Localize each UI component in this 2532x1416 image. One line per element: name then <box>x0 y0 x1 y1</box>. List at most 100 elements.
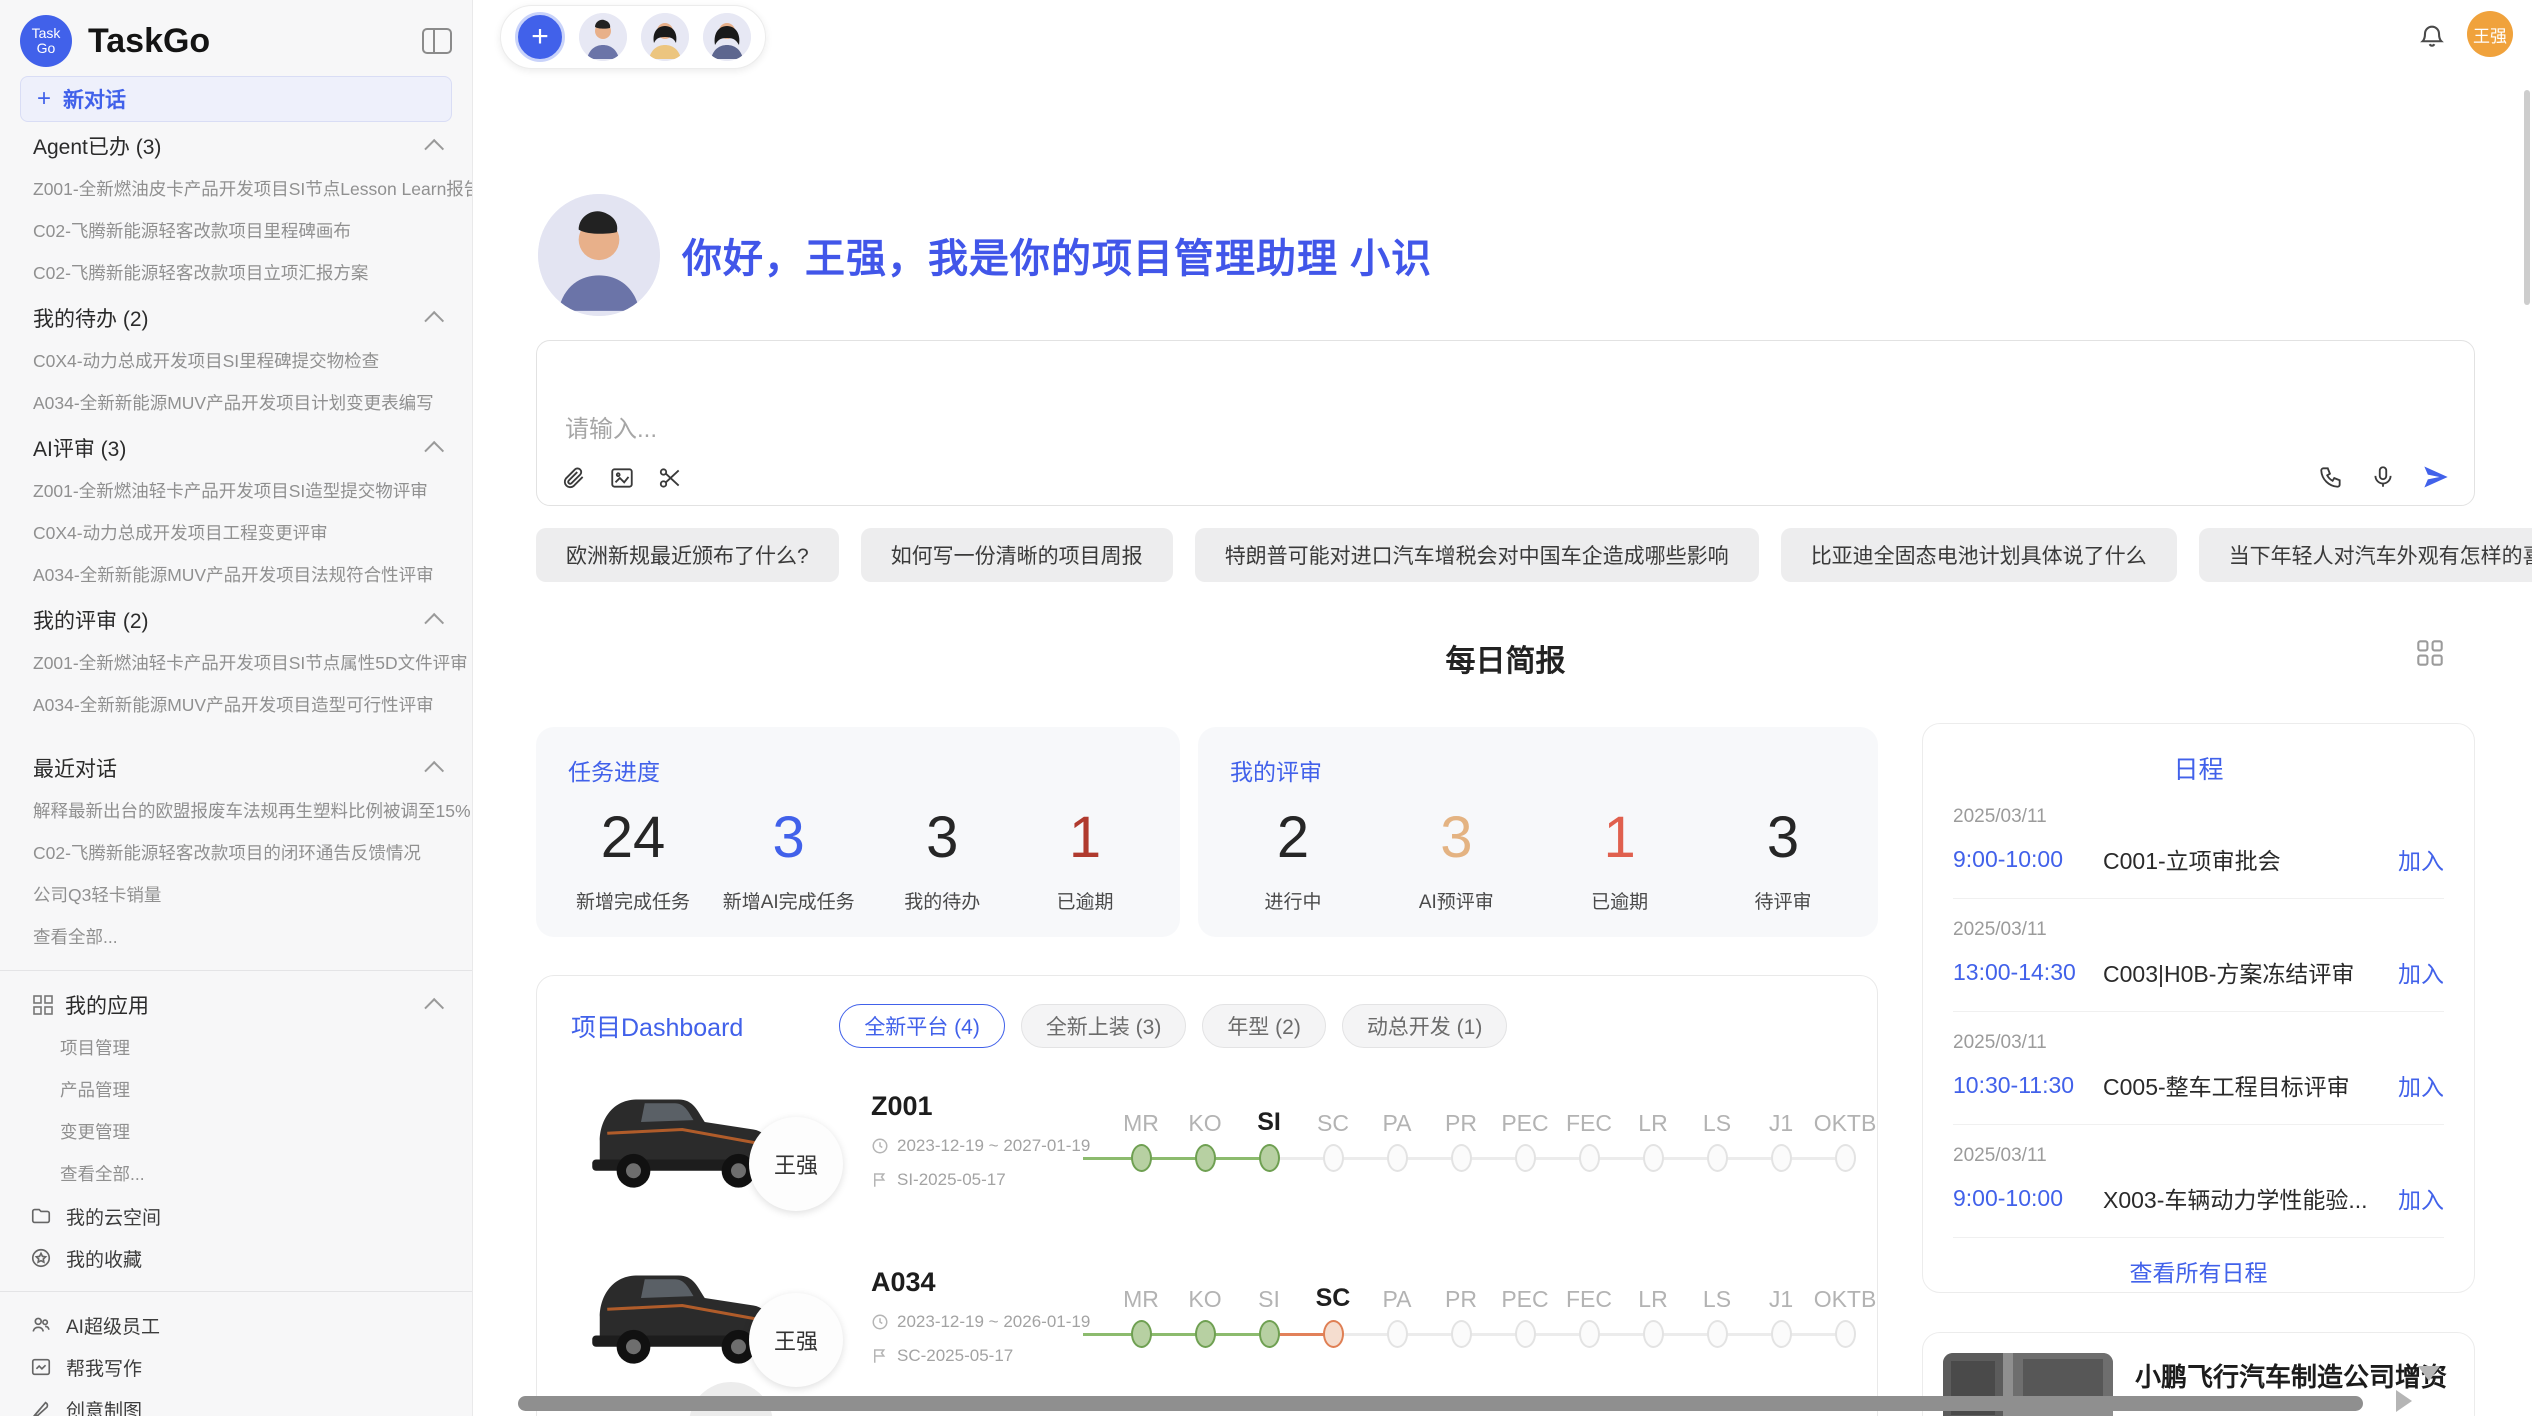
milestone-station: SI <box>1237 1101 1301 1179</box>
scissors-icon[interactable] <box>657 465 683 491</box>
section-my-todo[interactable]: 我的待办 (2) <box>0 296 472 340</box>
chevron-up-icon[interactable] <box>424 311 444 331</box>
milestone-dot <box>1707 1320 1728 1348</box>
horizontal-scrollbar[interactable] <box>518 1396 2363 1411</box>
paperclip-icon[interactable] <box>561 465 587 491</box>
chevron-up-icon[interactable] <box>424 613 444 633</box>
chevron-up-icon[interactable] <box>424 139 444 159</box>
layout-grid-icon[interactable] <box>2417 640 2443 671</box>
sidebar-item[interactable]: C0X4-动力总成开发项目工程变更评审 <box>0 512 472 554</box>
vertical-scrollbar[interactable] <box>2524 90 2530 305</box>
divider <box>0 970 472 971</box>
app-item-product-mgmt[interactable]: 产品管理 <box>0 1069 472 1111</box>
suggestion-chip[interactable]: 比亚迪全固态电池计划具体说了什么 <box>1781 528 2177 582</box>
microphone-icon[interactable] <box>2370 464 2396 490</box>
people-icon <box>30 1314 52 1336</box>
milestone-label: PR <box>1445 1101 1477 1137</box>
sidebar-item-favorites[interactable]: 我的收藏 <box>0 1237 472 1279</box>
sidebar-item[interactable]: C02-飞腾新能源轻客改款项目立项汇报方案 <box>0 252 472 294</box>
chevron-up-icon[interactable] <box>424 761 444 781</box>
new-chat-button[interactable]: + 新对话 <box>20 76 452 122</box>
phone-icon[interactable] <box>2318 464 2344 490</box>
scroll-down-arrow-icon[interactable] <box>2418 1366 2440 1381</box>
suggestion-chip[interactable]: 当下年轻人对汽车外观有怎样的喜好趋势 <box>2199 528 2532 582</box>
join-link[interactable]: 加入 <box>2398 1181 2444 1215</box>
user-avatar[interactable]: 王强 <box>2467 11 2513 57</box>
milestone-dot <box>1451 1320 1472 1348</box>
section-agent-done[interactable]: Agent已办 (3) <box>0 124 472 168</box>
view-all-schedule[interactable]: 查看所有日程 <box>1953 1238 2444 1304</box>
sidebar-item[interactable]: Z001-全新燃油轻卡产品开发项目SI造型提交物评审 <box>0 470 472 512</box>
sidebar-item[interactable]: C02-飞腾新能源轻客改款项目的闭环通告反馈情况 <box>0 832 472 874</box>
milestone-dot <box>1323 1144 1344 1172</box>
schedule-date: 2025/03/11 <box>1953 806 2444 828</box>
tab-new-body[interactable]: 全新上装 (3) <box>1021 1004 1187 1048</box>
milestone-label: MR <box>1123 1101 1159 1137</box>
join-link[interactable]: 加入 <box>2398 955 2444 989</box>
tool-label: 帮我写作 <box>66 1354 142 1381</box>
app-item-project-mgmt[interactable]: 项目管理 <box>0 1027 472 1069</box>
milestone-label: SI <box>1258 1277 1280 1313</box>
schedule-title: 日程 <box>1953 750 2444 786</box>
app-item-change-mgmt[interactable]: 变更管理 <box>0 1111 472 1153</box>
join-link[interactable]: 加入 <box>2398 842 2444 876</box>
tool-ai-super-staff[interactable]: AI超级员工 <box>0 1304 472 1346</box>
section-recent-chats[interactable]: 最近对话 <box>0 746 472 790</box>
milestone-dot <box>1387 1144 1408 1172</box>
chat-input-box[interactable]: 请输入... <box>536 340 2475 506</box>
project-row[interactable]: 王强 Z001 2023-12-19 ~ 2027-01-19 SI-2025-… <box>571 1056 1843 1224</box>
section-my-apps[interactable]: 我的应用 <box>0 983 472 1027</box>
tab-powertrain[interactable]: 动总开发 (1) <box>1342 1004 1508 1048</box>
milestone-label: J1 <box>1769 1277 1793 1313</box>
milestone-label: LR <box>1638 1101 1667 1137</box>
send-icon[interactable] <box>2422 463 2450 491</box>
chevron-up-icon[interactable] <box>424 441 444 461</box>
sidebar-item[interactable]: 公司Q3轻卡销量 <box>0 874 472 916</box>
view-all-chats[interactable]: 查看全部... <box>0 916 472 958</box>
new-conversation-button[interactable]: + <box>515 12 565 62</box>
tool-help-write[interactable]: 帮我写作 <box>0 1346 472 1388</box>
tool-creative-draw[interactable]: 创意制图 <box>0 1388 472 1416</box>
sidebar-item[interactable]: C02-飞腾新能源轻客改款项目里程碑画布 <box>0 210 472 252</box>
sidebar-item[interactable]: A034-全新新能源MUV产品开发项目造型可行性评审 <box>0 684 472 726</box>
join-link[interactable]: 加入 <box>2398 1068 2444 1102</box>
section-title: 我的待办 (2) <box>33 303 149 333</box>
view-all-apps[interactable]: 查看全部... <box>0 1153 472 1195</box>
sidebar-collapse-icon[interactable] <box>422 28 452 54</box>
notifications-bell-icon[interactable] <box>2418 22 2446 55</box>
project-row[interactable]: 王强 A034 2023-12-19 ~ 2026-01-19 SC-2025-… <box>571 1232 1843 1400</box>
sidebar-item[interactable]: 解释最新出台的欧盟报废车法规再生塑料比例被调至15%... <box>0 790 472 832</box>
assistant-avatar-3[interactable] <box>703 13 751 61</box>
sidebar-item[interactable]: Z001-全新燃油轻卡产品开发项目SI节点属性5D文件评审 <box>0 642 472 684</box>
sidebar-item[interactable]: A034-全新新能源MUV产品开发项目法规符合性评审 <box>0 554 472 596</box>
milestone-station: PR <box>1429 1101 1493 1179</box>
tab-new-platform[interactable]: 全新平台 (4) <box>839 1004 1005 1048</box>
suggestion-chip[interactable]: 特朗普可能对进口汽车增税会对中国车企造成哪些影响 <box>1195 528 1759 582</box>
image-icon[interactable] <box>609 465 635 491</box>
milestone-dot-area <box>1813 1313 1877 1355</box>
logo-line-1: Task <box>32 26 61 41</box>
sidebar-item[interactable]: A034-全新新能源MUV产品开发项目计划变更表编写 <box>0 382 472 424</box>
scroll-right-arrow-icon[interactable] <box>2396 1390 2412 1412</box>
schedule-line: 13:00-14:30 C003|H0B-方案冻结评审 加入 <box>1953 955 2444 989</box>
tab-year-model[interactable]: 年型 (2) <box>1202 1004 1326 1048</box>
stat-value: 1 <box>1565 805 1675 871</box>
assistant-avatar-2[interactable] <box>641 13 689 61</box>
stat-value: 3 <box>1401 805 1511 871</box>
section-my-review[interactable]: 我的评审 (2) <box>0 598 472 642</box>
schedule-line: 9:00-10:00 C001-立项审批会 加入 <box>1953 842 2444 876</box>
sidebar-item-cloud-space[interactable]: 我的云空间 <box>0 1195 472 1237</box>
sidebar-item[interactable]: Z001-全新燃油皮卡产品开发项目SI节点Lesson Learn报告 <box>0 168 472 210</box>
input-action-toolbar <box>2318 463 2450 491</box>
assistant-avatar-1[interactable] <box>579 13 627 61</box>
milestone-label: MR <box>1123 1277 1159 1313</box>
suggestion-chip[interactable]: 欧洲新规最近颁布了什么? <box>536 528 839 582</box>
project-code: A034 <box>871 1267 1099 1298</box>
project-flag-label: SI-2025-05-17 <box>897 1170 1006 1190</box>
suggestion-chip[interactable]: 如何写一份清晰的项目周报 <box>861 528 1173 582</box>
milestone-label: PA <box>1383 1277 1412 1313</box>
sidebar-item[interactable]: C0X4-动力总成开发项目SI里程碑提交物检查 <box>0 340 472 382</box>
milestone-dot <box>1835 1144 1856 1172</box>
chevron-up-icon[interactable] <box>424 998 444 1018</box>
section-ai-review[interactable]: AI评审 (3) <box>0 426 472 470</box>
